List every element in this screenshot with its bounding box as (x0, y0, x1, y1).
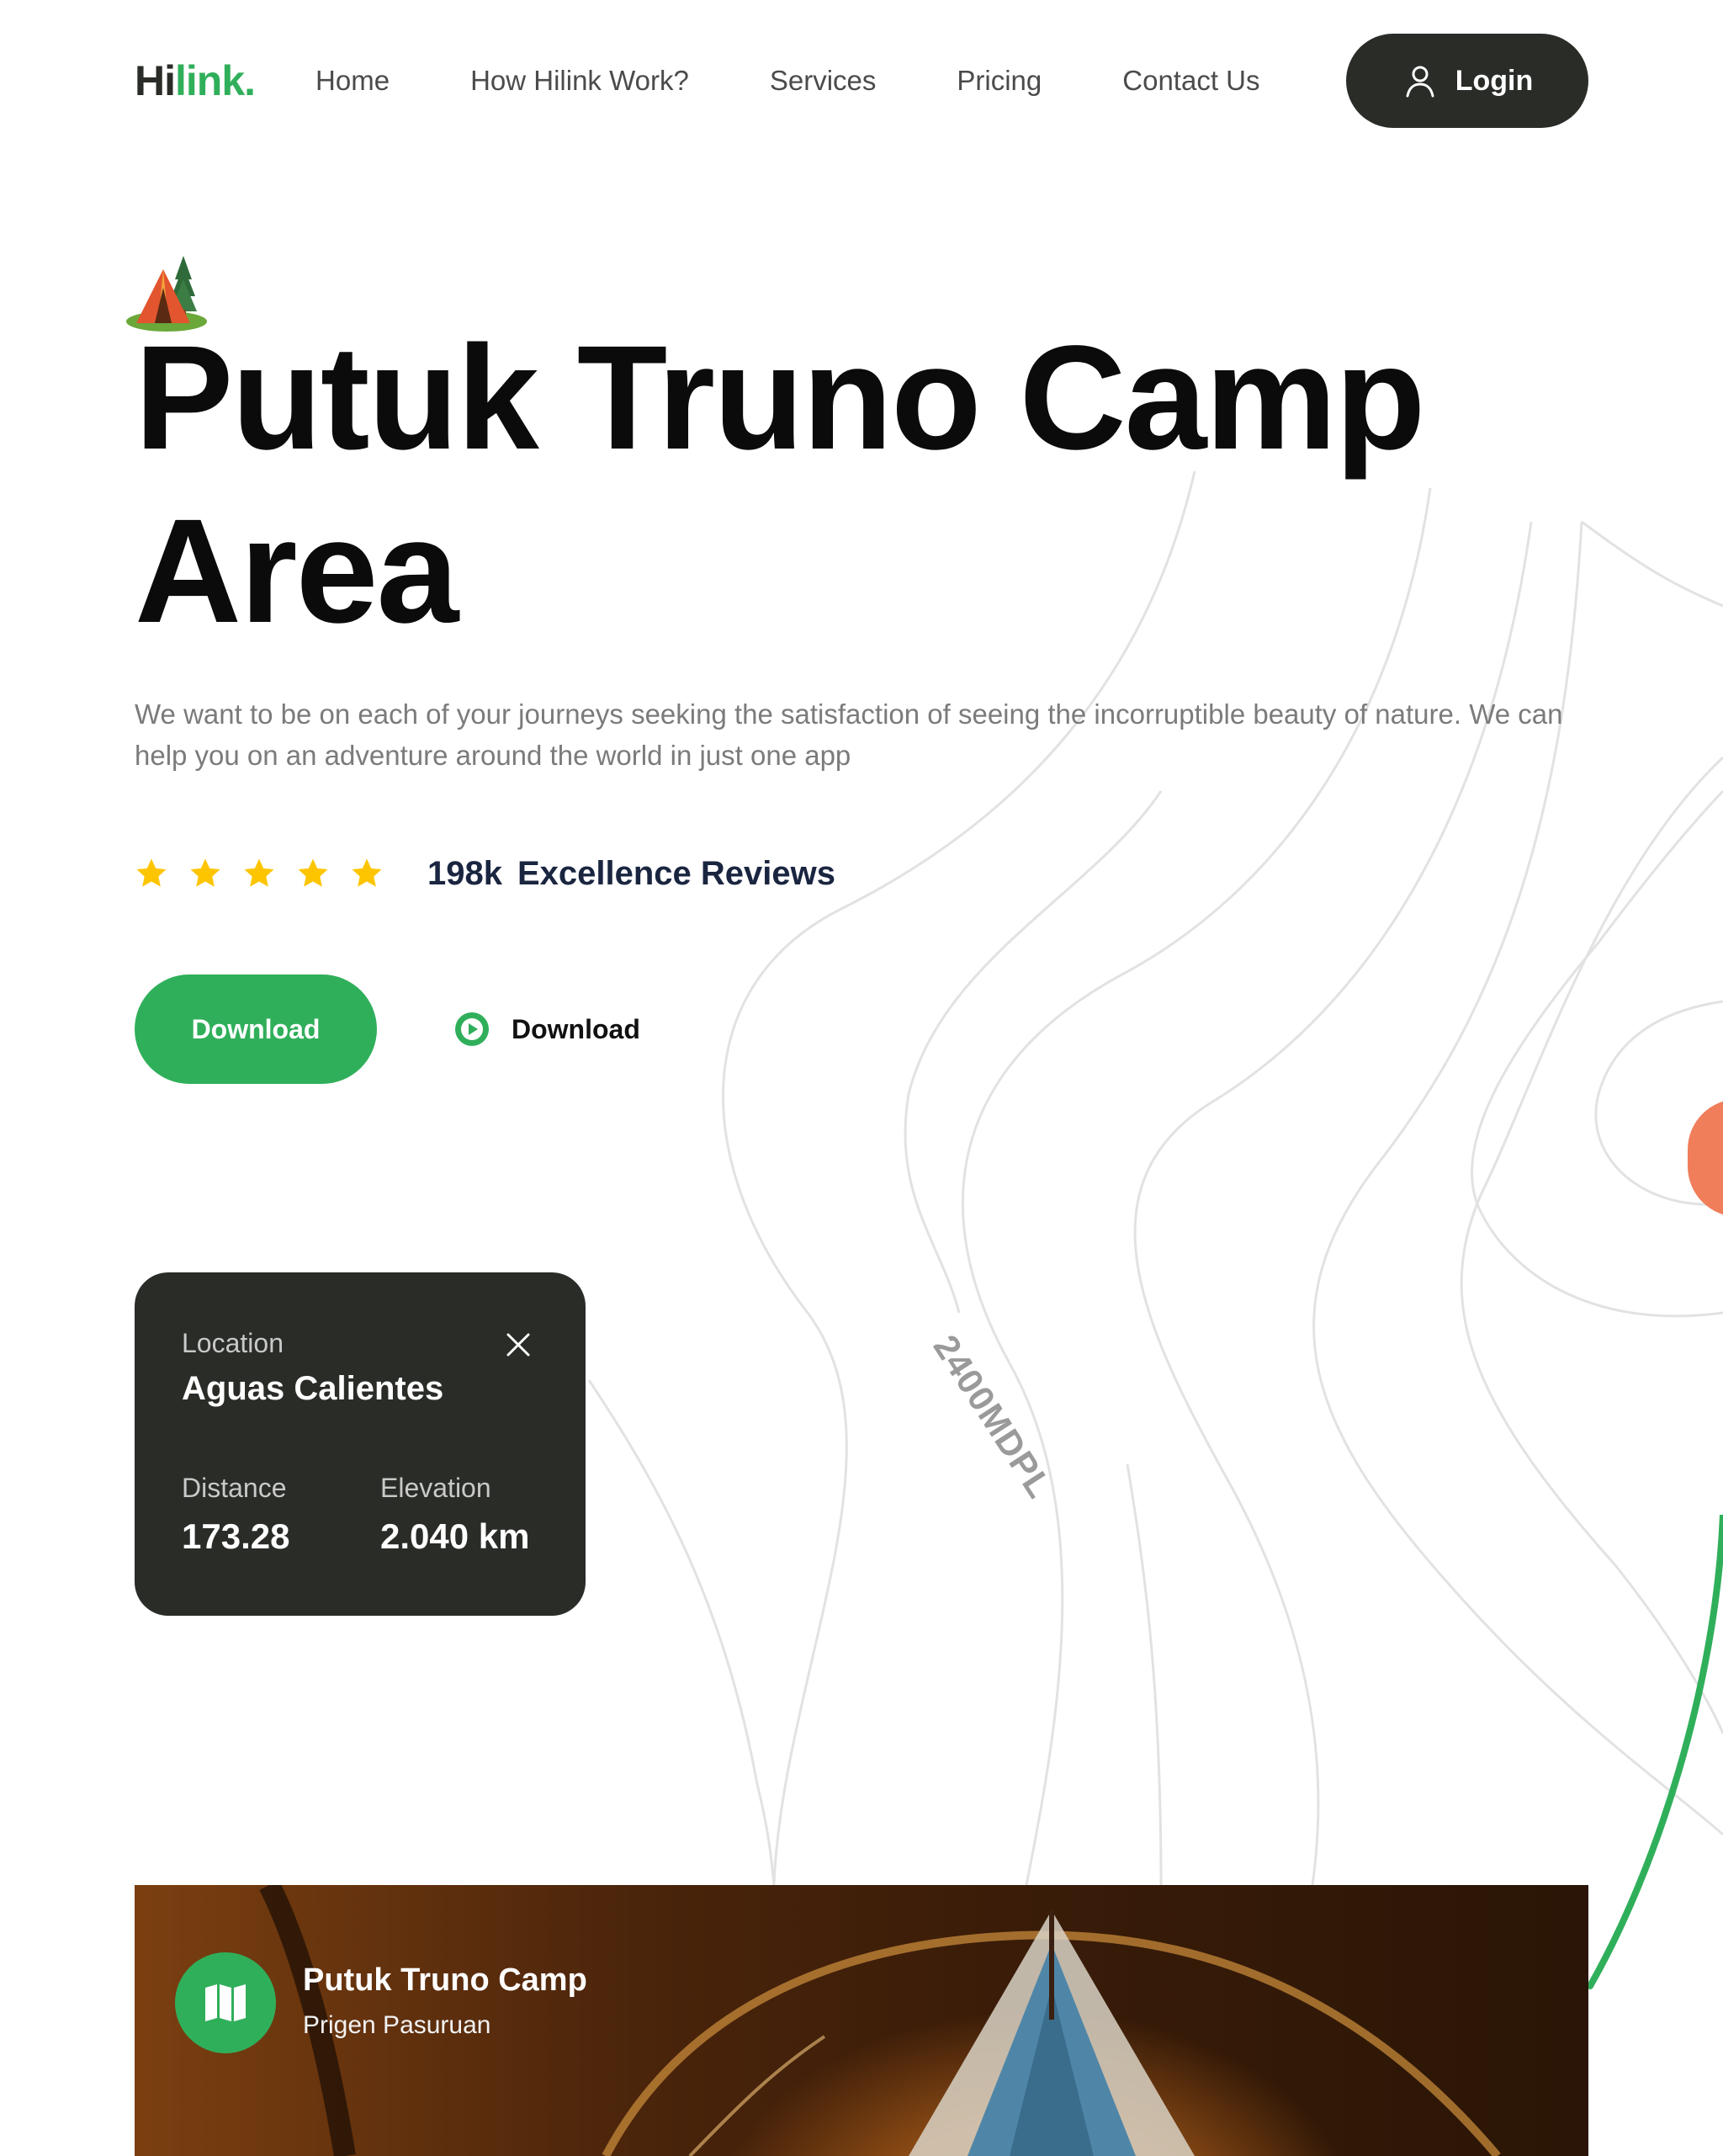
download-button[interactable]: Download (135, 974, 377, 1084)
download-play-label: Download (512, 1013, 640, 1044)
star-icon (298, 858, 328, 887)
reviews-count: 198k (427, 854, 502, 892)
nav-link-home[interactable]: Home (315, 65, 390, 97)
rating-row: 198k Excellence Reviews (135, 848, 835, 899)
hero-title: Putuk Truno Camp Area (135, 316, 1426, 654)
landing-page: Hilink. Home How Hilink Work? Services P… (0, 0, 1723, 2156)
star-icon (352, 858, 382, 887)
distance-value: 173.28 (182, 1516, 290, 1556)
nav-links: Home How Hilink Work? Services Pricing C… (315, 65, 1340, 97)
hilink-logo[interactable]: Hilink. (135, 56, 256, 105)
logo-text-dark: Hi (135, 57, 176, 104)
login-label: Login (1455, 64, 1534, 97)
play-icon (455, 1012, 489, 1046)
map-icon (205, 1984, 246, 2021)
star-icon (190, 858, 220, 887)
elevation-value: 2.040 km (380, 1516, 530, 1556)
reviews-text: 198k Excellence Reviews (427, 855, 835, 893)
star-icon (244, 858, 274, 887)
banner-subtitle: Prigen Pasuruan (303, 2011, 491, 2039)
hero-buttons: Download Download (135, 974, 640, 1084)
nav-link-contact-us[interactable]: Contact Us (1122, 65, 1259, 97)
location-card: Location Aguas Calientes Distance 173.28… (135, 1272, 586, 1616)
nav-link-services[interactable]: Services (770, 65, 877, 97)
reviews-label: Excellence Reviews (517, 854, 836, 892)
logo-text-accent: link. (175, 57, 256, 104)
map-badge (175, 1952, 276, 2053)
banner-title: Putuk Truno Camp (303, 1962, 587, 1998)
location-label: Location (182, 1328, 284, 1358)
route-line (1587, 1515, 1723, 1989)
close-icon[interactable] (501, 1328, 535, 1362)
user-icon (1406, 66, 1434, 98)
distance-label: Distance (182, 1473, 287, 1503)
location-value: Aguas Calientes (182, 1370, 444, 1407)
login-button[interactable]: Login (1346, 34, 1588, 128)
elevation-label: Elevation (380, 1473, 491, 1503)
camp-image-banner[interactable]: Putuk Truno Camp Prigen Pasuruan (135, 1885, 1588, 2156)
nav-link-pricing[interactable]: Pricing (957, 65, 1042, 97)
download-play-button[interactable]: Download (454, 1012, 640, 1047)
rating-stars (135, 857, 384, 890)
nav-link-how-it-works[interactable]: How Hilink Work? (470, 65, 689, 97)
star-icon (136, 858, 167, 887)
hero-description: We want to be on each of your journeys s… (135, 698, 1563, 771)
top-navigation: Hilink. Home How Hilink Work? Services P… (135, 34, 1588, 128)
